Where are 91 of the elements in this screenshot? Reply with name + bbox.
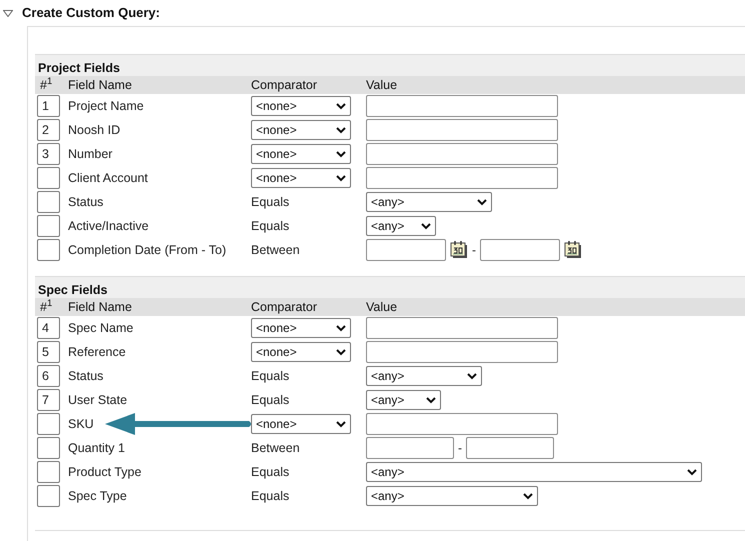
order-input-field[interactable]: 6 <box>37 365 60 387</box>
value-dropdown[interactable]: <any> <box>366 192 492 212</box>
order-input-field[interactable]: 2 <box>37 119 60 141</box>
value-dropdown[interactable]: <any> <box>366 486 538 506</box>
value-input-field[interactable] <box>366 413 558 435</box>
chevron-down-icon <box>426 396 436 404</box>
chevron-down-icon <box>336 174 346 182</box>
field-name: Spec Name <box>68 320 134 337</box>
chevron-down-icon <box>477 198 487 206</box>
value-input-field[interactable] <box>466 437 554 459</box>
field-name: Status <box>68 194 104 211</box>
order-input-field[interactable] <box>37 191 60 213</box>
comparator-dropdown[interactable]: <none> <box>251 120 351 140</box>
column-header: Value <box>366 298 398 316</box>
order-input-field[interactable] <box>37 167 60 189</box>
order-input-field[interactable] <box>37 437 60 459</box>
value-input-field[interactable] <box>366 167 558 189</box>
field-name: Noosh ID <box>68 122 122 139</box>
comparator-text: Between <box>251 440 300 457</box>
chevron-down-icon <box>523 492 533 500</box>
comparator-text: Equals <box>251 194 290 211</box>
comparator-dropdown[interactable]: <none> <box>251 168 351 188</box>
range-separator: - <box>458 440 462 457</box>
comparator-text: Equals <box>251 368 290 385</box>
comparator-text: Equals <box>251 218 290 235</box>
value-input-field[interactable] <box>366 143 558 165</box>
comparator-text: Equals <box>251 488 290 505</box>
column-header: Value <box>366 76 398 94</box>
order-input-field[interactable] <box>37 461 60 483</box>
value-input-field[interactable] <box>366 239 446 261</box>
field-name: Client Account <box>68 170 149 187</box>
comparator-dropdown[interactable]: <none> <box>251 144 351 164</box>
chevron-down-icon <box>336 102 346 110</box>
column-header: #$^{1}$ <box>39 76 54 94</box>
collapse-triangle-icon[interactable] <box>3 10 13 16</box>
chevron-down-icon <box>336 420 346 428</box>
chevron-down-icon <box>421 222 431 230</box>
column-header: Field Name <box>68 76 133 94</box>
order-input-field[interactable] <box>37 485 60 507</box>
field-name: Product Type <box>68 464 142 481</box>
value-input-field[interactable] <box>366 119 558 141</box>
field-name: Reference <box>68 344 127 361</box>
value-input-field[interactable] <box>366 437 454 459</box>
calendar-icon[interactable] <box>564 241 582 259</box>
chevron-down-icon <box>687 468 697 476</box>
calendar-icon[interactable] <box>450 241 468 259</box>
value-dropdown[interactable]: <any> <box>366 366 482 386</box>
value-input-field[interactable] <box>480 239 560 261</box>
section-header: Project Fields <box>35 54 745 76</box>
value-dropdown[interactable]: <any> <box>366 390 441 410</box>
field-name: Status <box>68 368 104 385</box>
column-header: Comparator <box>251 298 318 316</box>
value-input-field[interactable] <box>366 95 558 117</box>
value-dropdown[interactable]: <any> <box>366 462 702 482</box>
comparator-text: Equals <box>251 392 290 409</box>
comparator-text: Equals <box>251 464 290 481</box>
order-input-field[interactable]: 7 <box>37 389 60 411</box>
comparator-dropdown[interactable]: <none> <box>251 414 351 434</box>
chevron-down-icon <box>336 348 346 356</box>
column-header: Comparator <box>251 76 318 94</box>
comparator-dropdown[interactable]: <none> <box>251 342 351 362</box>
order-input-field[interactable] <box>37 215 60 237</box>
section-title: Create Custom Query: <box>22 4 160 22</box>
comparator-dropdown[interactable]: <none> <box>251 96 351 116</box>
order-input-field[interactable]: 5 <box>37 341 60 363</box>
field-name: Quantity 1 <box>68 440 126 457</box>
order-input-field[interactable] <box>37 239 60 261</box>
column-header: #$^{1}$ <box>39 298 54 316</box>
field-name: Active/Inactive <box>68 218 150 235</box>
comparator-text: Between <box>251 242 300 259</box>
chevron-down-icon <box>467 372 477 380</box>
order-input-field[interactable]: 4 <box>37 317 60 339</box>
field-name: Completion Date (From - To) <box>68 242 228 259</box>
column-header: Field Name <box>68 298 133 316</box>
field-name: Project Name <box>68 98 145 115</box>
range-separator: - <box>472 242 476 259</box>
comparator-dropdown[interactable]: <none> <box>251 318 351 338</box>
section-header: Spec Fields <box>35 276 745 298</box>
order-input-field[interactable]: 1 <box>37 95 60 117</box>
chevron-down-icon <box>336 126 346 134</box>
field-name: SKU <box>68 416 95 433</box>
field-name: Number <box>68 146 114 163</box>
order-input-field[interactable]: 3 <box>37 143 60 165</box>
value-dropdown[interactable]: <any> <box>366 216 436 236</box>
value-input-field[interactable] <box>366 317 558 339</box>
order-input-field[interactable] <box>37 413 60 435</box>
chevron-down-icon <box>336 150 346 158</box>
value-input-field[interactable] <box>366 341 558 363</box>
chevron-down-icon <box>336 324 346 332</box>
field-name: User State <box>68 392 128 409</box>
field-name: Spec Type <box>68 488 128 505</box>
